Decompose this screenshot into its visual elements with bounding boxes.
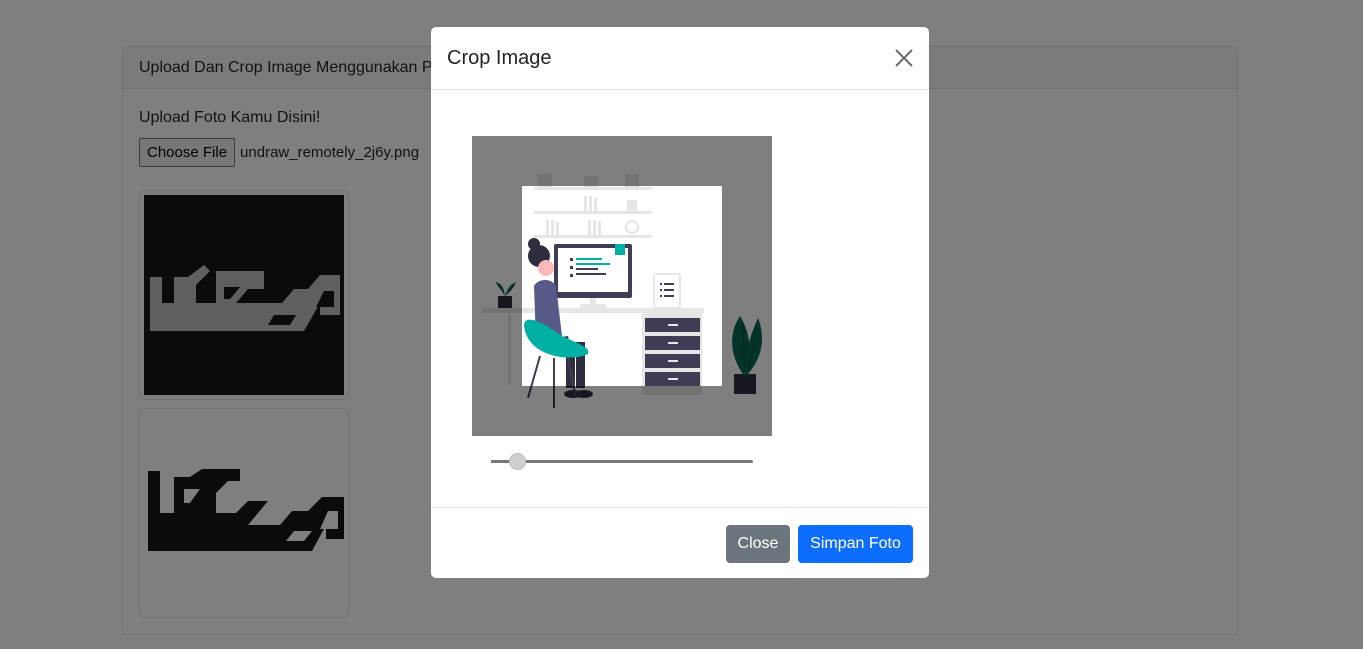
crop-selection-image [522, 186, 722, 386]
modal-header: Crop Image [431, 27, 929, 90]
save-photo-button[interactable]: Simpan Foto [798, 525, 913, 563]
crop-selection-box[interactable] [522, 186, 722, 386]
close-button[interactable]: Close [726, 525, 790, 563]
modal-title: Crop Image [447, 47, 552, 69]
zoom-slider-thumb[interactable] [509, 453, 526, 470]
close-icon[interactable] [893, 47, 915, 69]
modal-body [431, 90, 929, 507]
zoom-slider[interactable] [491, 453, 753, 470]
crop-image-modal: Crop Image Close Simpan Foto [431, 27, 929, 578]
modal-footer: Close Simpan Foto [431, 507, 929, 578]
crop-area[interactable] [472, 136, 772, 436]
